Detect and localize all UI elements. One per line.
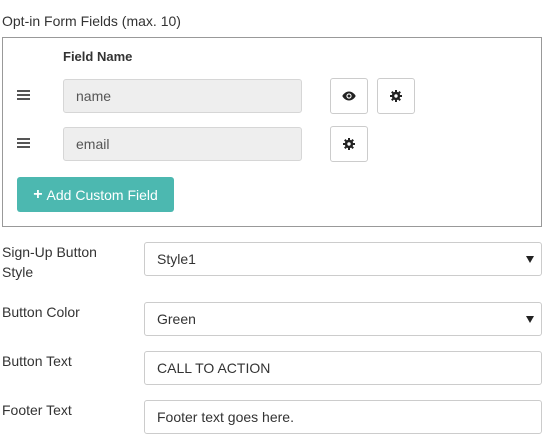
drag-handle-icon[interactable] <box>17 138 30 149</box>
settings-button[interactable] <box>377 78 415 114</box>
caret-down-icon <box>526 316 534 323</box>
add-custom-field-button[interactable]: + Add Custom Field <box>17 177 174 212</box>
footer-text-input[interactable]: Footer text goes here. <box>144 400 542 434</box>
signup-style-select[interactable]: Style1 <box>144 242 542 276</box>
gear-icon <box>343 138 355 150</box>
add-custom-field-label: Add Custom Field <box>46 186 158 203</box>
field-row-email: email <box>3 126 541 164</box>
drag-handle-icon[interactable] <box>17 90 30 101</box>
field-input-email[interactable]: email <box>63 127 302 161</box>
plus-icon: + <box>33 185 43 203</box>
section-title: Opt-in Form Fields (max. 10) <box>2 13 181 29</box>
button-color-value: Green <box>157 311 196 327</box>
button-color-label: Button Color <box>2 304 80 320</box>
settings-button[interactable] <box>330 126 368 162</box>
caret-down-icon <box>526 256 534 263</box>
signup-style-label: Sign-Up Button Style <box>2 244 97 280</box>
field-name-header: Field Name <box>63 49 133 64</box>
button-text-label: Button Text <box>2 353 72 369</box>
footer-text-label: Footer Text <box>2 402 72 418</box>
field-row-name: name <box>3 78 541 116</box>
eye-icon <box>342 91 356 101</box>
signup-style-value: Style1 <box>157 251 196 267</box>
visibility-button[interactable] <box>330 78 368 114</box>
gear-icon <box>390 90 402 102</box>
field-input-name[interactable]: name <box>63 79 302 113</box>
button-text-input[interactable]: CALL TO ACTION <box>144 351 542 385</box>
form-fields-panel: Field Name name email + Add Custom Field <box>2 37 542 227</box>
button-color-select[interactable]: Green <box>144 302 542 336</box>
